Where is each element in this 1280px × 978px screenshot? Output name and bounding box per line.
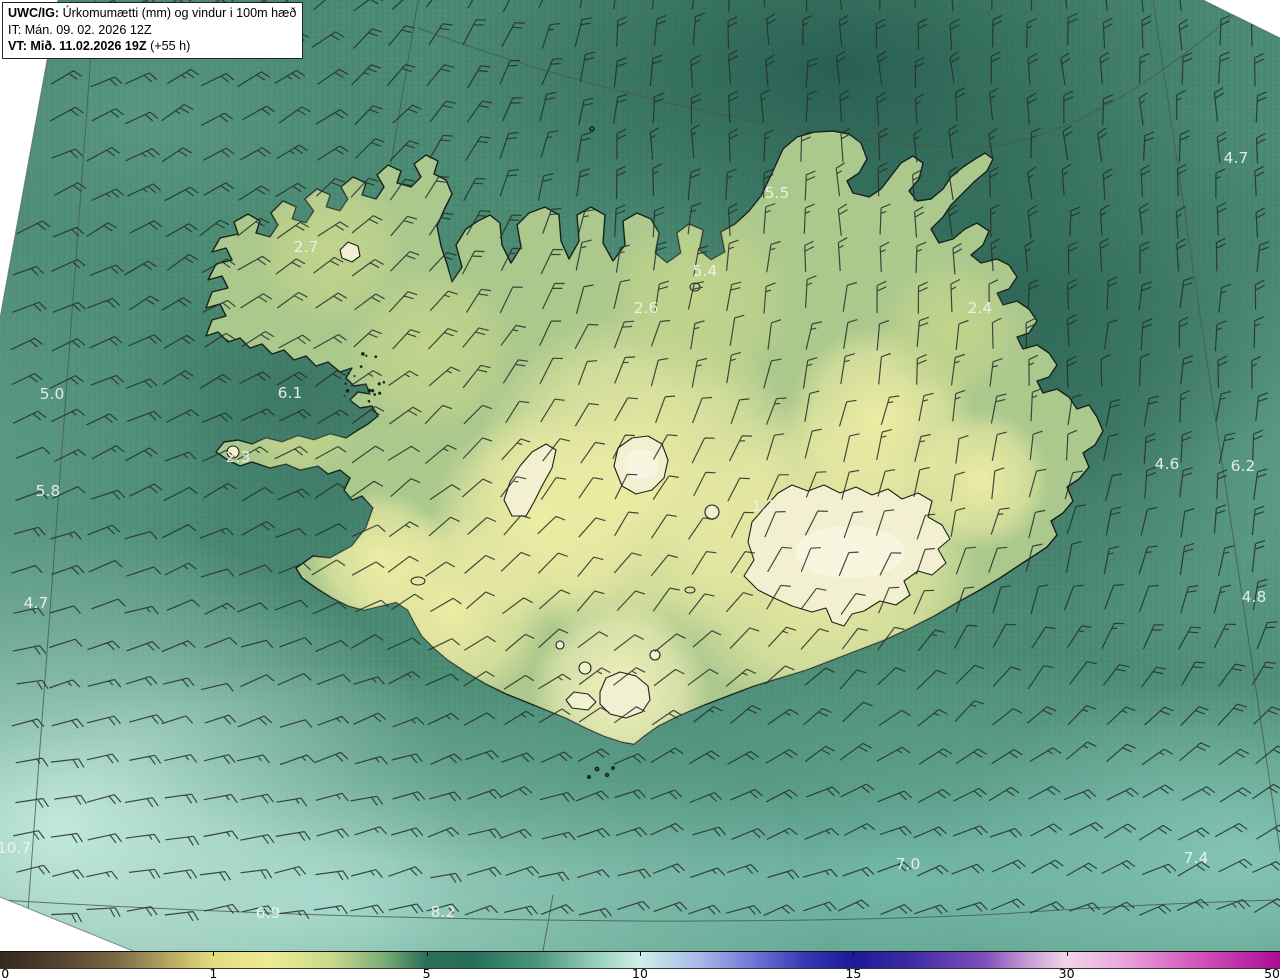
colorbar-tick-label: 50 (1264, 966, 1280, 978)
valid-time: VT: Mið. 11.02.2026 19Z (8, 39, 147, 54)
colorbar-tick-label: 0 (1, 966, 10, 978)
colorbar-tick-label: 30 (1058, 966, 1075, 978)
colorbar-tick-label: 5 (422, 966, 431, 978)
title-line-init: IT: Mán. 09. 02. 2026 12Z (8, 22, 296, 39)
forecast-offset: (+55 h) (146, 39, 191, 54)
colorbar-tick (426, 952, 428, 956)
map-graphics (0, 0, 1280, 951)
colorbar-tick (213, 952, 215, 956)
map-canvas: 4.7 5.5 2.7 5.4 2.6 2.4 5.0 6.1 2.3 4.6 6.2 1.4 5.8 1… (0, 0, 1280, 951)
title-line-valid: VT: Mið. 11.02.2026 19Z (+55 h) (8, 38, 296, 55)
colorbar-tick-label: 10 (632, 966, 648, 978)
colorbar-tick-label: 15 (845, 966, 862, 978)
colorbar-tick-label: 1 (209, 966, 218, 978)
precipitation-colorbar: 0 1 5 10 15 30 50 (0, 951, 1280, 978)
colorbar-tick-labels: 0 1 5 10 15 30 50 (0, 966, 1280, 978)
init-time: IT: Mán. 09. 02. 2026 12Z (8, 22, 152, 37)
weather-forecast-viewer: 4.7 5.5 2.7 5.4 2.6 2.4 5.0 6.1 2.3 4.6 6.2 1.4 5.8 1… (0, 0, 1280, 978)
parameter-title: Úrkomumætti (mm) og vindur i 100m hæð (59, 6, 297, 20)
model-id: UWC/IG: (8, 6, 60, 20)
colorbar-tick (640, 952, 641, 956)
colorbar-tick (853, 952, 855, 956)
colorbar-tick (1066, 952, 1068, 956)
title-line-parameter: UWC/IG: Úrkomumætti (mm) og vindur i 100… (8, 5, 296, 22)
title-box: UWC/IG: Úrkomumætti (mm) og vindur i 100… (2, 2, 304, 59)
